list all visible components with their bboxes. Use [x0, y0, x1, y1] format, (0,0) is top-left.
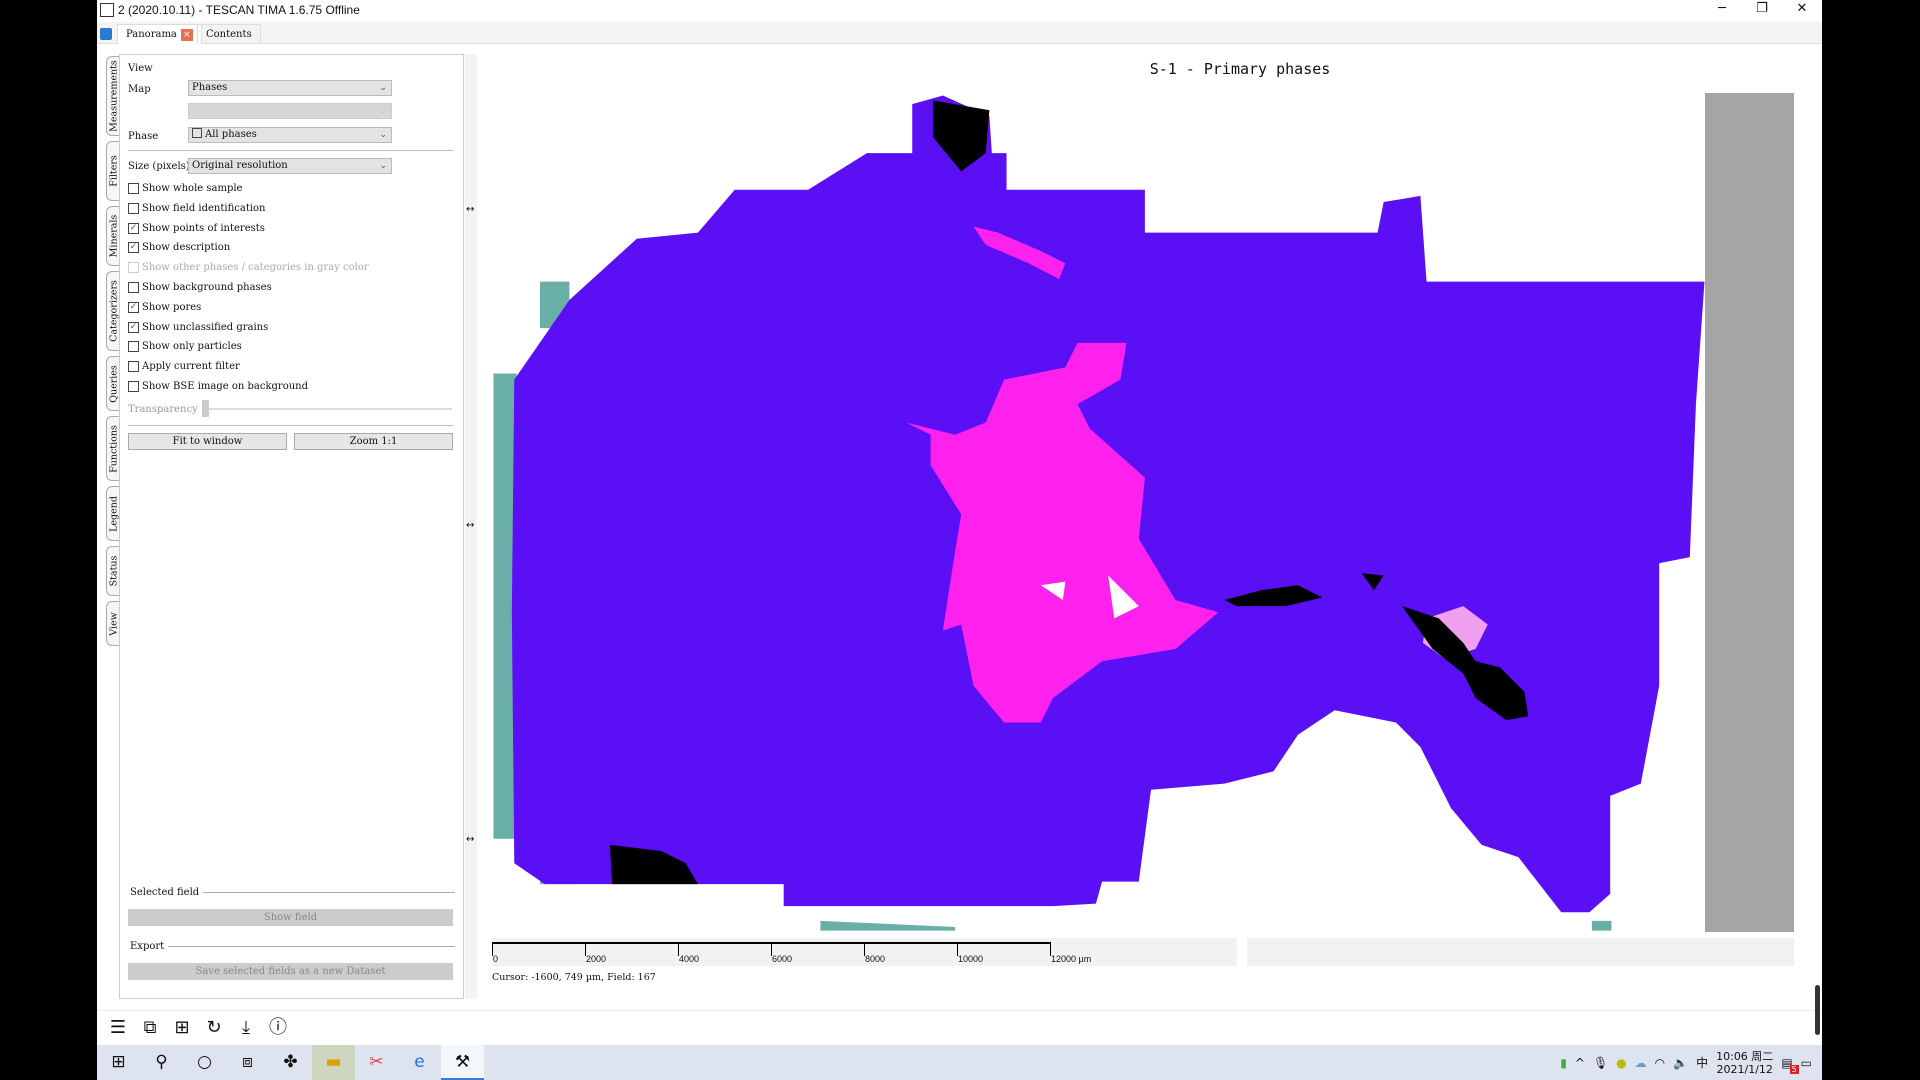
layers-icon[interactable]: ⧉ — [139, 1017, 161, 1039]
cursor-readout: Cursor: -1600, 749 µm, Field: 167 — [492, 972, 656, 983]
scale-tick-label: 0 — [493, 954, 499, 964]
chevron-up-icon[interactable]: ^ — [1575, 1056, 1585, 1070]
task-view-icon[interactable]: ⧈ — [226, 1045, 269, 1080]
security-app-icon[interactable]: ● — [1616, 1056, 1626, 1070]
edge-browser-icon[interactable]: e — [398, 1045, 441, 1080]
fan-app-icon[interactable]: ✤ — [269, 1045, 312, 1080]
scale-tick-label: 10000 — [958, 954, 984, 964]
cloud-icon[interactable]: ☁ — [1635, 1056, 1647, 1070]
status-area — [1247, 938, 1794, 966]
clock-date: 2021/1/12 — [1716, 1062, 1773, 1076]
usb-icon[interactable]: ▮ — [1560, 1056, 1567, 1070]
scrollbar[interactable] — [1815, 985, 1820, 1035]
menu-icon[interactable]: ☰ — [107, 1017, 129, 1039]
bottom-toolbar: ☰ ⧉ ⊞ ↻ ⤓ ⓘ — [97, 1010, 1822, 1045]
wifi-icon[interactable]: ◠ — [1655, 1056, 1665, 1070]
panel-icon[interactable]: ⊞ — [171, 1017, 193, 1039]
scale-bar: 0 2000 4000 6000 8000 10000 12000 µm — [492, 938, 1237, 966]
notification-badge: 5 — [1789, 1064, 1799, 1074]
background-region — [1591, 920, 1612, 931]
taskbar: ⊞ ⚲ ○ ⧈ ✤ ▬ ✂ e ⚒ ▮ ^ 🎙 ● ☁ ◠ 🔈 中 10:06 … — [97, 1045, 1822, 1080]
ime-indicator[interactable]: 中 — [1696, 1054, 1708, 1071]
clock[interactable]: 10:06 周二 2021/1/12 — [1716, 1050, 1773, 1076]
microphone-icon[interactable]: 🎙 — [1593, 1056, 1608, 1070]
map-side-bar — [1705, 93, 1794, 932]
volume-icon[interactable]: 🔈 — [1673, 1056, 1688, 1070]
scale-tick-label: 6000 — [772, 954, 793, 964]
scale-tick-label: 8000 — [865, 954, 886, 964]
action-center-icon[interactable]: ▭ — [1801, 1056, 1812, 1070]
download-icon[interactable]: ⤓ — [235, 1017, 257, 1039]
cortana-icon[interactable]: ○ — [183, 1045, 226, 1080]
snipping-tool-icon[interactable]: ✂ — [355, 1045, 398, 1080]
system-tray: ▮ ^ 🎙 ● ☁ ◠ 🔈 中 10:06 周二 2021/1/12 ▤ 5 ▭ — [1560, 1045, 1822, 1080]
help-icon[interactable]: ⓘ — [267, 1017, 289, 1039]
clock-time: 10:06 周二 — [1716, 1049, 1774, 1063]
file-explorer-icon[interactable]: ▬ — [312, 1045, 355, 1080]
tima-app-icon[interactable]: ⚒ — [441, 1045, 484, 1080]
refresh-icon[interactable]: ↻ — [203, 1017, 225, 1039]
search-icon[interactable]: ⚲ — [140, 1045, 183, 1080]
windows-start-icon[interactable]: ⊞ — [97, 1045, 140, 1080]
notification-app-icon[interactable]: ▤ 5 — [1781, 1056, 1799, 1074]
scale-tick-label: 12000 µm — [1051, 954, 1092, 964]
app-window: 2 (2020.10.11) - TESCAN TIMA 1.6.75 Offl… — [97, 0, 1822, 1045]
phase-map[interactable] — [0, 0, 1920, 1000]
scale-tick-label: 4000 — [679, 954, 700, 964]
background-region — [820, 920, 956, 931]
scale-tick-label: 2000 — [586, 954, 607, 964]
